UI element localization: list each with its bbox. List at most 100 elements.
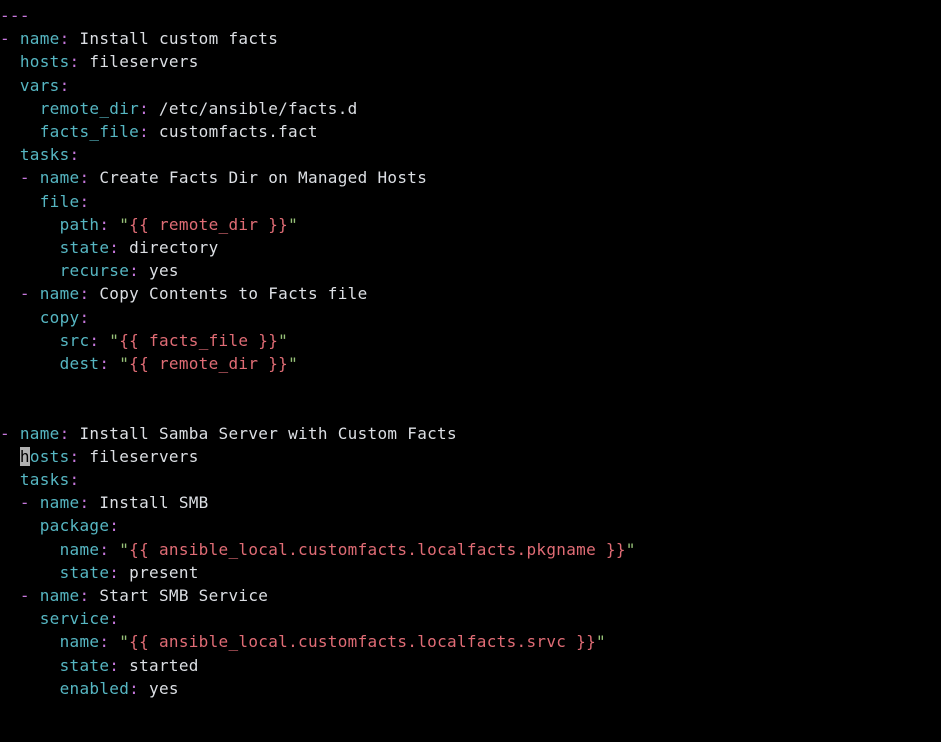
token-w: started (119, 656, 198, 675)
token-c: remote_dir (40, 99, 139, 118)
token-w (0, 52, 20, 71)
token-w (0, 331, 60, 350)
token-c: name (60, 540, 100, 559)
token-w: yes (139, 261, 179, 280)
token-p: : (79, 284, 89, 303)
token-w: fileservers (79, 447, 198, 466)
token-w (0, 400, 10, 419)
token-g: " (596, 632, 606, 651)
token-w (99, 331, 109, 350)
token-p: : (109, 238, 119, 257)
token-w (0, 192, 40, 211)
token-c: name (20, 29, 60, 48)
token-c: service (40, 609, 110, 628)
token-w: Copy Contents to Facts file (89, 284, 367, 303)
token-c: name (40, 493, 80, 512)
token-p: : (109, 516, 119, 535)
token-c: path (60, 215, 100, 234)
token-p: - (0, 29, 10, 48)
token-g: " (109, 331, 119, 350)
token-p: : (109, 563, 119, 582)
token-w (109, 354, 119, 373)
token-w: fileservers (79, 52, 198, 71)
token-w (0, 447, 20, 466)
token-w: Install SMB (89, 493, 208, 512)
token-w: yes (139, 679, 179, 698)
token-w: Install Samba Server with Custom Facts (70, 424, 457, 443)
token-w (109, 215, 119, 234)
token-p: : (79, 586, 89, 605)
token-c: name (20, 424, 60, 443)
token-r: {{ ansible_local.customfacts.localfacts.… (129, 632, 596, 651)
token-w (10, 424, 20, 443)
token-w: directory (119, 238, 218, 257)
token-w (0, 586, 20, 605)
token-w (0, 284, 20, 303)
token-w: customfacts.fact (149, 122, 318, 141)
token-p: : (70, 447, 80, 466)
token-p: : (79, 308, 89, 327)
token-w (0, 540, 60, 559)
token-w (109, 540, 119, 559)
token-p: : (129, 679, 139, 698)
code-editor[interactable]: --- - name: Install custom facts hosts: … (0, 0, 941, 700)
token-w (0, 377, 10, 396)
token-w: present (119, 563, 198, 582)
token-p: : (60, 76, 70, 95)
token-p: - (0, 424, 10, 443)
token-p: - (20, 168, 30, 187)
token-w (0, 354, 60, 373)
token-c: tasks (20, 470, 70, 489)
token-g: " (119, 632, 129, 651)
token-p: : (99, 354, 109, 373)
token-p: : (79, 493, 89, 512)
token-p: : (129, 261, 139, 280)
token-w (0, 145, 20, 164)
token-p: : (60, 424, 70, 443)
token-r: {{ remote_dir }} (129, 354, 288, 373)
token-p: : (99, 540, 109, 559)
token-w (0, 470, 20, 489)
token-r: {{ facts_file }} (119, 331, 278, 350)
token-w (0, 493, 20, 512)
token-p: : (139, 122, 149, 141)
token-w (0, 215, 60, 234)
token-p: - (20, 284, 30, 303)
token-c: copy (40, 308, 80, 327)
token-w: Install custom facts (70, 29, 279, 48)
token-p: : (60, 29, 70, 48)
token-c: state (60, 563, 110, 582)
token-w (0, 168, 20, 187)
token-c: file (40, 192, 80, 211)
token-g: " (119, 354, 129, 373)
token-p: : (99, 632, 109, 651)
token-w (30, 168, 40, 187)
token-w (0, 563, 60, 582)
token-p: : (79, 168, 89, 187)
token-c: enabled (60, 679, 130, 698)
token-c: name (40, 284, 80, 303)
token-r: {{ ansible_local.customfacts.localfacts.… (129, 540, 626, 559)
token-g: " (119, 215, 129, 234)
token-w (0, 99, 40, 118)
token-c: name (60, 632, 100, 651)
token-w (0, 122, 40, 141)
token-g: " (278, 331, 288, 350)
token-c: osts (30, 447, 70, 466)
token-w (109, 632, 119, 651)
token-cur: h (20, 447, 30, 466)
token-c: recurse (60, 261, 130, 280)
token-p: : (70, 470, 80, 489)
token-c: state (60, 656, 110, 675)
token-w (30, 284, 40, 303)
token-w (0, 238, 60, 257)
token-p: : (89, 331, 99, 350)
token-c: tasks (20, 145, 70, 164)
token-w (0, 308, 40, 327)
token-p: - (20, 586, 30, 605)
token-c: src (60, 331, 90, 350)
token-w: Create Facts Dir on Managed Hosts (89, 168, 427, 187)
token-w (0, 76, 20, 95)
token-p: : (70, 145, 80, 164)
token-c: facts_file (40, 122, 139, 141)
